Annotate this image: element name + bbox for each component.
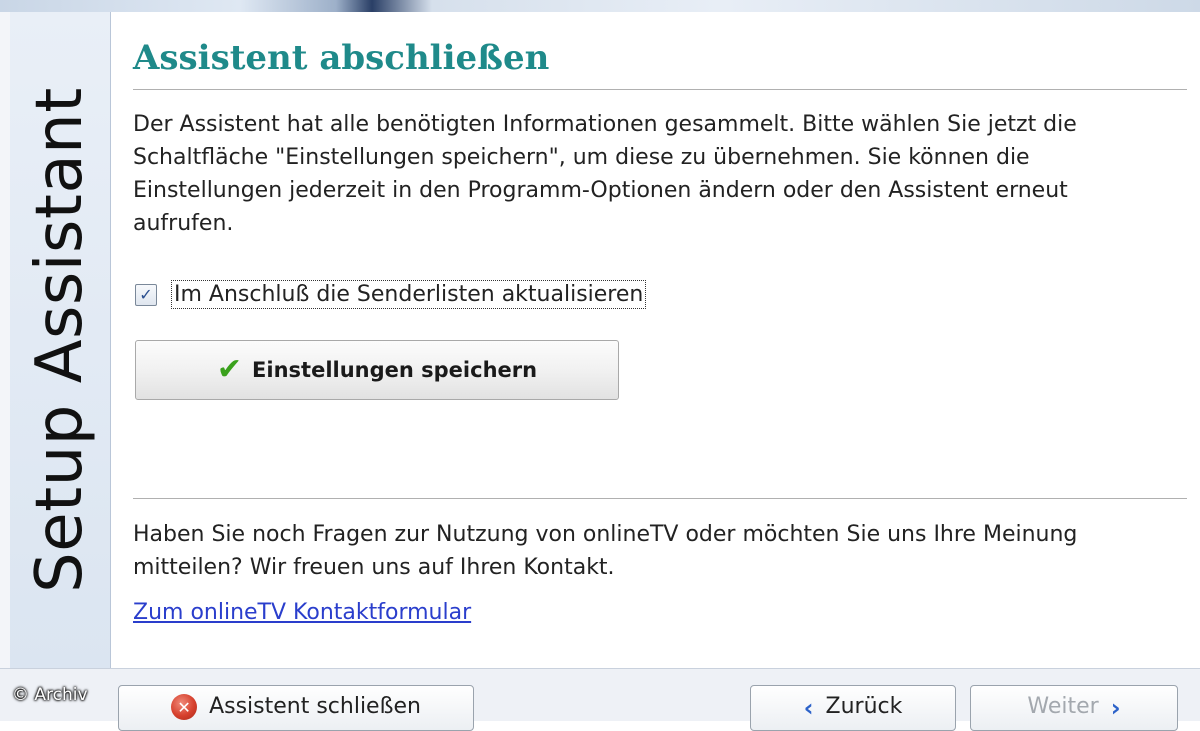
close-icon: ✕ — [171, 694, 198, 720]
copyright-watermark: © Archiv — [12, 685, 88, 705]
contact-text: Haben Sie noch Fragen zur Nutzung von on… — [133, 522, 1078, 580]
intro-text: Der Assistent hat alle benötigten Inform… — [133, 112, 1077, 236]
page-title: Assistent abschließen — [133, 38, 550, 78]
back-button[interactable]: ‹ Zurück — [750, 685, 956, 731]
save-settings-label: Einstellungen speichern — [252, 358, 538, 382]
green-check-icon: ✔ — [216, 352, 243, 387]
next-button[interactable]: Weiter › — [970, 685, 1178, 731]
sidebar: Setup Assistant — [10, 12, 111, 668]
sidebar-title: Setup Assistant — [23, 87, 97, 593]
contact-form-link[interactable]: Zum onlineTV Kontaktformular — [133, 600, 471, 625]
chevron-right-icon: › — [1110, 694, 1121, 722]
check-mark-icon: ✓ — [139, 285, 153, 304]
chevron-left-icon: ‹ — [803, 694, 814, 722]
back-label: Zurück — [825, 694, 903, 719]
section-divider — [133, 498, 1187, 499]
next-label: Weiter — [1027, 694, 1099, 719]
title-divider — [133, 89, 1187, 90]
update-channel-list-label[interactable]: Im Anschluß die Senderlisten aktualisier… — [171, 280, 647, 309]
window-top-strip — [0, 0, 1200, 12]
setup-assistant-window: Setup Assistant Assistent abschließen De… — [0, 12, 1200, 720]
close-assistant-label: Assistent schließen — [209, 694, 421, 719]
update-channel-list-option[interactable]: ✓ Im Anschluß die Senderlisten aktualisi… — [135, 280, 647, 309]
main-content: Assistent abschließen Der Assistent hat … — [111, 12, 1200, 668]
save-settings-button[interactable]: ✔ Einstellungen speichern — [135, 340, 619, 400]
close-assistant-button[interactable]: ✕ Assistent schließen — [118, 685, 474, 731]
bottom-button-bar: © Archiv ✕ Assistent schließen ‹ Zurück … — [0, 668, 1200, 731]
update-channel-list-checkbox[interactable]: ✓ — [135, 283, 157, 306]
